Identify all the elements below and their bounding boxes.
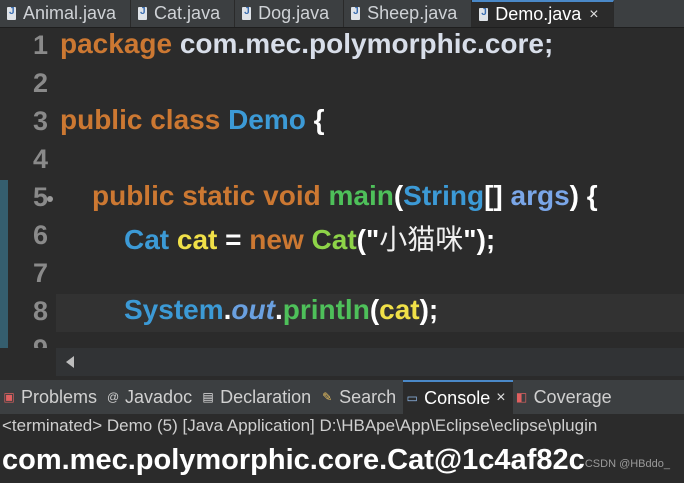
class-name: Demo (220, 104, 306, 135)
tab-label: Declaration (220, 386, 312, 407)
line-number: 6 (32, 220, 48, 250)
scroll-left-icon[interactable] (66, 356, 74, 368)
close-icon[interactable]: × (589, 6, 598, 24)
code-line-6: Cat cat = new Cat("小猫咪"); (124, 218, 495, 258)
string-literal: 小猫咪 (379, 223, 464, 256)
tab-declaration[interactable]: ▤ Declaration (199, 380, 318, 414)
java-file-icon (6, 6, 18, 21)
punct: ( (393, 180, 404, 211)
punct: ) { (569, 180, 598, 211)
java-file-icon (137, 6, 149, 21)
line-number: 2 (32, 68, 48, 98)
operator: = (217, 224, 250, 255)
tab-console[interactable]: ▭ Console × (403, 380, 513, 414)
keyword: package (60, 28, 173, 59)
keyword: public class (60, 104, 221, 135)
problems-icon: ▣ (3, 390, 15, 404)
scroll-gutter (0, 348, 56, 376)
package-name: com.mec.polymorphic.core; (172, 28, 554, 59)
java-file-icon (478, 7, 490, 22)
tab-sheep-java[interactable]: Sheep.java (344, 0, 473, 27)
editor-tab-bar: Animal.java Cat.java Dog.java Sheep.java… (0, 0, 684, 28)
tab-label: Javadoc (125, 386, 193, 407)
tab-demo-java[interactable]: Demo.java × (472, 0, 614, 27)
tab-label: Cat.java (154, 3, 221, 23)
java-file-icon (350, 6, 362, 21)
javadoc-icon: @ (106, 390, 120, 404)
tab-dog-java[interactable]: Dog.java (235, 0, 345, 27)
param-name: args (510, 180, 570, 211)
code-line-8: System.out.println(cat); (124, 294, 438, 326)
variable-name: cat (169, 224, 218, 255)
punct: [] (484, 180, 511, 211)
keyword: new (249, 224, 304, 255)
tab-label: Demo.java (495, 4, 582, 24)
java-file-icon (241, 6, 253, 21)
type-name: Cat (124, 224, 170, 255)
tab-coverage[interactable]: ◧ Coverage (513, 380, 619, 414)
punct: "); (463, 224, 496, 255)
class-name: System (124, 294, 224, 325)
line-number: 3 (32, 106, 48, 136)
static-field: out (231, 294, 275, 325)
line-number: 1 (32, 30, 48, 60)
method-name: main (320, 180, 394, 211)
console-status-line: <terminated> Demo (5) [Java Application]… (0, 414, 684, 438)
watermark: CSDN @HBddo_ (584, 458, 670, 470)
punct: (" (356, 224, 380, 255)
tab-label: Console (424, 387, 491, 408)
horizontal-scrollbar[interactable] (56, 348, 684, 376)
close-icon[interactable]: × (496, 389, 505, 407)
line-number: 7 (32, 258, 48, 288)
tab-label: Sheep.java (367, 3, 458, 23)
line-number: 5 (32, 182, 48, 212)
search-icon: ✎ (322, 390, 333, 404)
tab-cat-java[interactable]: Cat.java (131, 0, 236, 27)
tab-animal-java[interactable]: Animal.java (0, 0, 132, 27)
bottom-panel-tab-bar: ▣ Problems @ Javadoc ▤ Declaration ✎ Search … (0, 380, 684, 414)
console-output[interactable]: com.mec.polymorphic.core.Cat@1c4af82c (0, 440, 684, 483)
tab-javadoc[interactable]: @ Javadoc (104, 380, 199, 414)
code-line-5: public static void main(String[] args) { (92, 180, 598, 212)
coverage-icon: ◧ (515, 390, 528, 404)
keyword: public static void (92, 180, 321, 211)
code-line-3: public class Demo { (60, 104, 325, 136)
tab-problems[interactable]: ▣ Problems (0, 380, 104, 414)
punct: ); (419, 294, 439, 325)
tab-search[interactable]: ✎ Search (318, 380, 403, 414)
code-line-1: package com.mec.polymorphic.core; (60, 28, 553, 60)
constructor-name: Cat (303, 224, 357, 255)
tab-label: Problems (21, 386, 98, 407)
brace: { (305, 104, 325, 135)
line-number: 4 (32, 144, 48, 174)
console-icon: ▭ (406, 391, 418, 405)
tab-label: Dog.java (258, 3, 330, 23)
tab-label: Search (339, 386, 397, 407)
punct: . (274, 294, 283, 325)
fold-marker-icon[interactable] (47, 196, 53, 202)
type-name: String (403, 180, 485, 211)
line-number: 9 (0, 334, 48, 348)
variable-name: cat (379, 294, 420, 325)
method-name: println (282, 294, 370, 325)
line-number: 8 (32, 296, 48, 326)
declaration-icon: ▤ (202, 390, 214, 404)
tab-label: Coverage (533, 386, 612, 407)
code-editor[interactable]: 1 2 3 4 5 6 7 8 9 package com.mec.polymo… (0, 28, 684, 348)
punct: ( (369, 294, 380, 325)
tab-label: Animal.java (23, 3, 117, 23)
